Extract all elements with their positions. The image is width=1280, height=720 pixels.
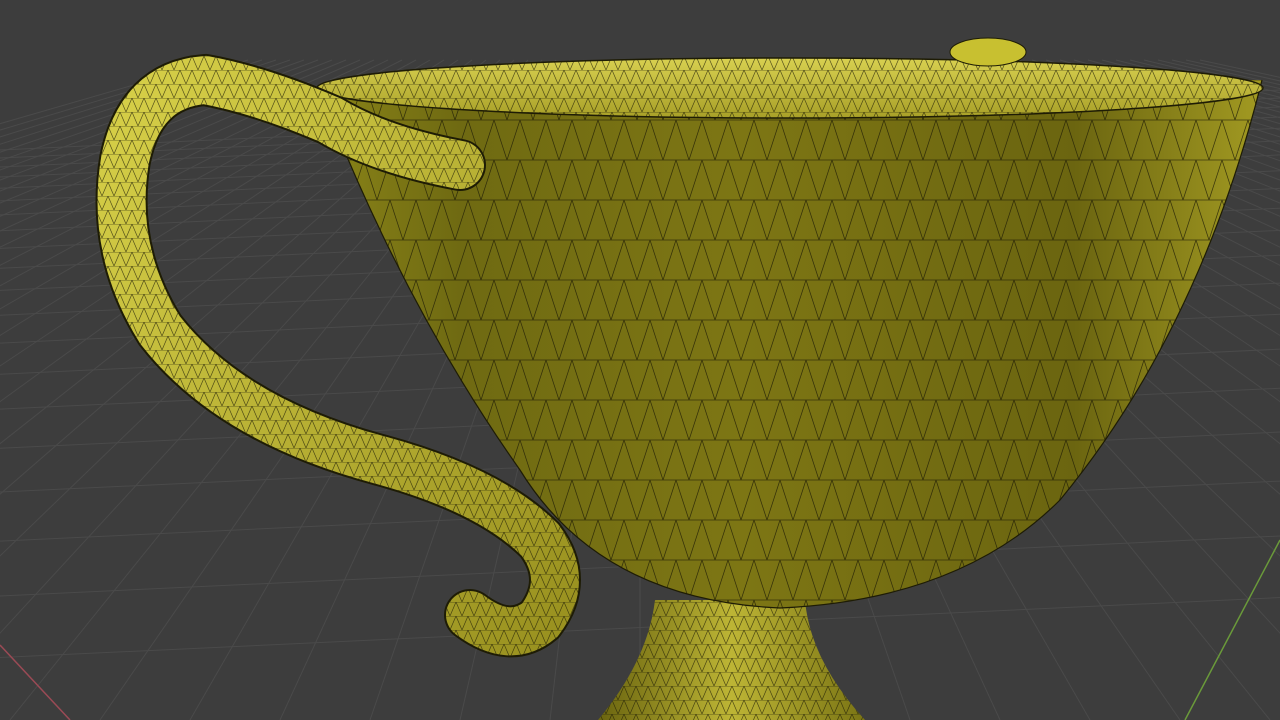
3d-viewport[interactable] — [0, 0, 1280, 720]
